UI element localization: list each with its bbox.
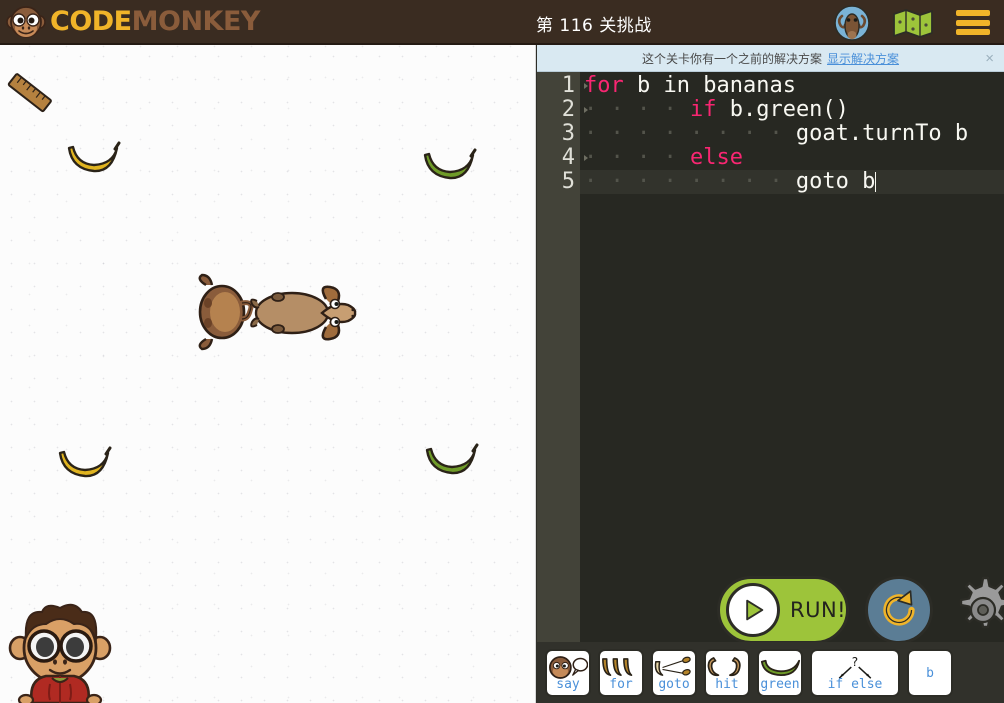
reset-button[interactable] xyxy=(865,575,934,644)
run-button[interactable]: RUN! xyxy=(717,575,850,644)
header-actions xyxy=(834,0,990,45)
indent-guide: · · · · xyxy=(584,145,690,170)
toolbar-label-say: say xyxy=(556,676,580,692)
text-cursor xyxy=(875,172,877,192)
toolbar-label-b: b xyxy=(926,665,934,681)
code-line-1-rest: b in bananas xyxy=(623,73,796,98)
code-line-2[interactable]: · · · · if b.green() xyxy=(580,98,1004,122)
code-line-1[interactable]: for b in bananas xyxy=(580,74,1004,98)
banana-green-bottom-right[interactable] xyxy=(422,440,482,482)
toolbar-button-goto[interactable]: goto xyxy=(651,648,697,697)
toolbar-label-if-else: if else xyxy=(827,676,883,692)
notification-text: 这个关卡你有一个之前的解决方案 xyxy=(641,51,822,66)
code-line-4[interactable]: · · · · else xyxy=(580,146,1004,170)
goat-avatar-icon[interactable] xyxy=(834,4,870,41)
play-icon xyxy=(726,582,780,637)
toolbar-button-say[interactable]: say xyxy=(545,648,591,697)
game-canvas[interactable] xyxy=(0,45,536,703)
toolbar-label-goto: goto xyxy=(658,676,690,692)
toolbar-label-green: green xyxy=(760,676,800,692)
code-line-3-rest: goat.turnTo b xyxy=(795,121,969,146)
monkey-head-icon xyxy=(6,5,46,38)
code-line-3[interactable]: · · · · · · · · goat.turnTo b xyxy=(580,122,1004,146)
banana-yellow-bottom-left[interactable] xyxy=(55,443,115,485)
svg-text:?: ? xyxy=(852,655,858,669)
code-panel: 这个关卡你有一个之前的解决方案 显示解决方案 × 1 2 3 4 5 for b… xyxy=(537,45,1004,703)
restart-arrow-icon xyxy=(883,589,915,626)
line-number: 5 xyxy=(561,169,575,194)
ruler-icon[interactable] xyxy=(2,55,54,135)
toolbar-button-hit[interactable]: hit xyxy=(704,648,750,697)
keyword-if: if xyxy=(689,97,717,122)
toolbar-button-if-else[interactable]: ? if else xyxy=(810,648,900,697)
code-line-2-rest: b.green() xyxy=(716,97,849,122)
gutter-line-5: 5 xyxy=(537,170,580,194)
banana-green-top-right[interactable] xyxy=(420,145,480,187)
toolbar-label-hit: hit xyxy=(715,676,739,692)
toolbar-label-for: for xyxy=(609,676,633,692)
toolbar-button-b[interactable]: b xyxy=(907,648,953,697)
toolbar-button-green[interactable]: green xyxy=(757,648,803,697)
editor-gutter: 1 2 3 4 5 xyxy=(537,72,588,687)
line-number: 3 xyxy=(561,121,575,146)
line-number: 2 xyxy=(561,97,575,122)
monkey-player-icon[interactable] xyxy=(4,600,116,703)
hamburger-bar-3 xyxy=(956,29,990,35)
monkey-sprite-icon[interactable] xyxy=(192,273,254,351)
code-line-5[interactable]: · · · · · · · · goto b xyxy=(580,170,1004,194)
logo-monkey-text: MONKEY xyxy=(131,6,261,37)
keyword-for: for xyxy=(584,73,624,98)
banana-yellow-top-left[interactable] xyxy=(64,138,124,180)
logo[interactable]: CODEMONKEY xyxy=(0,4,260,40)
show-solution-link[interactable]: 显示解决方案 xyxy=(827,50,899,67)
gutter-line-3: 3 xyxy=(537,122,580,146)
goat-sprite-icon[interactable] xyxy=(248,279,360,347)
close-notification-icon[interactable]: × xyxy=(985,50,994,67)
app-header: CODEMONKEY 第 116 关挑战 xyxy=(0,0,1004,45)
line-number: 1 xyxy=(561,73,575,98)
toolbar-button-for[interactable]: for xyxy=(598,648,644,697)
indent-guide: · · · · · · · · xyxy=(584,169,796,194)
gutter-line-1: 1 xyxy=(537,73,588,98)
logo-code-text: CODE xyxy=(50,6,132,37)
hamburger-bar-1 xyxy=(956,10,990,16)
map-icon[interactable] xyxy=(892,8,934,38)
block-toolbar: say for goto hit green ? if else b xyxy=(537,642,1004,703)
indent-guide: · · · · · · · · xyxy=(584,121,796,146)
gutter-line-2: 2 xyxy=(537,97,588,122)
code-line-5-rest: goto b xyxy=(795,169,876,194)
keyword-else: else xyxy=(689,145,743,170)
page-title: 第 116 关挑战 xyxy=(536,16,652,36)
indent-guide: · · · · xyxy=(584,97,690,122)
solution-notification-bar: 这个关卡你有一个之前的解决方案 显示解决方案 × xyxy=(537,45,1004,72)
line-number: 4 xyxy=(561,145,575,170)
gear-icon[interactable] xyxy=(949,576,1004,644)
gutter-line-4: 4 xyxy=(537,145,588,170)
hamburger-bar-2 xyxy=(956,19,990,26)
run-button-label: RUN! xyxy=(790,597,847,622)
hamburger-menu-icon[interactable] xyxy=(956,10,990,35)
